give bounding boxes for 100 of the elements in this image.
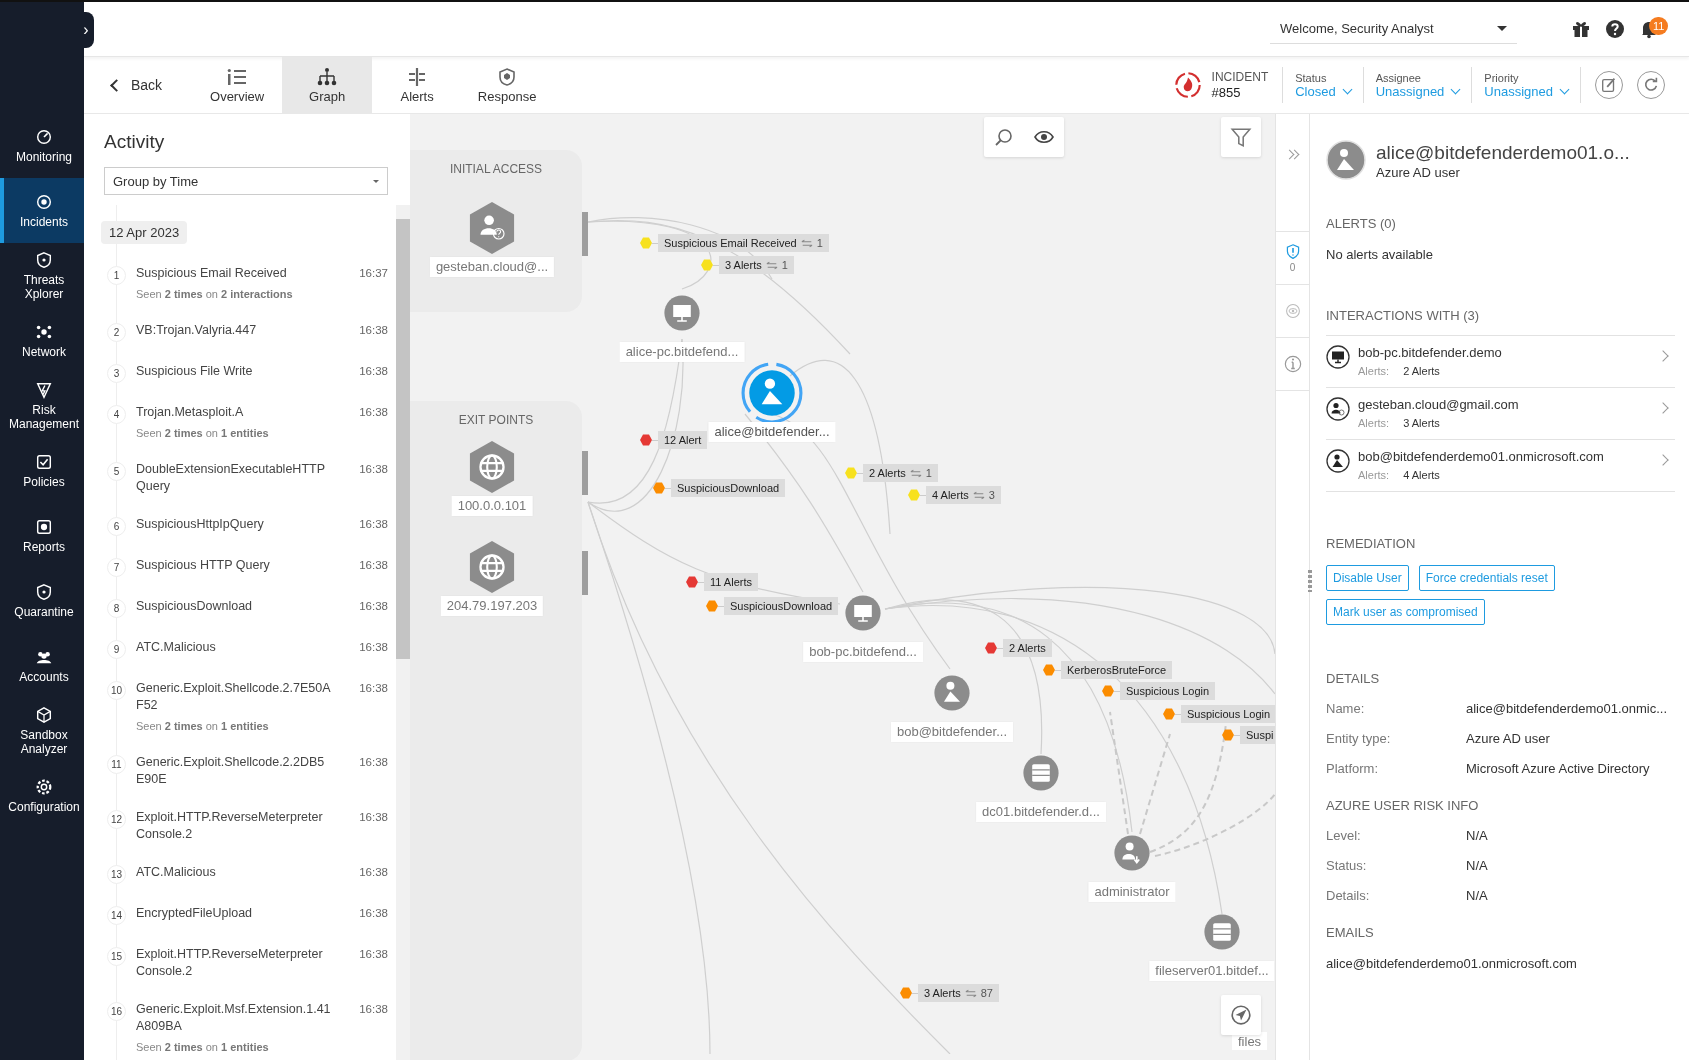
locate-button[interactable] [1221, 995, 1261, 1035]
field-label: Assignee [1375, 71, 1422, 84]
tab[interactable]: Response [462, 57, 553, 113]
back-button[interactable]: Back [84, 57, 193, 113]
notification-count: 11 [1649, 17, 1669, 35]
alert-tag[interactable]: Suspicious Login [1120, 682, 1216, 700]
nav-item[interactable]: Reports [0, 503, 84, 568]
interaction-row[interactable]: bob-pc.bitdefender.demo Alerts: 2 Alerts [1326, 336, 1675, 388]
detail-value: alice@bitdefenderdemo01.onmic... [1466, 701, 1668, 716]
event-title[interactable]: Generic.Exploit.Msf.Extension.1.41 A809BA [136, 1001, 342, 1035]
event-number: 8 [107, 599, 126, 618]
event-title[interactable]: Suspicious Email Received [136, 265, 342, 282]
tab[interactable]: Alerts [372, 57, 463, 113]
alert-tag[interactable]: 2 Alerts 1 [863, 464, 938, 482]
nav-item[interactable]: Policies [0, 438, 84, 503]
gauge-icon [35, 127, 53, 146]
nav-item[interactable]: Incidents [0, 178, 84, 243]
user-menu[interactable]: Welcome, Security Analyst [1270, 14, 1517, 44]
event-time: 16:38 [359, 405, 388, 420]
alert-tag[interactable]: KerberosBruteForce [1061, 661, 1173, 679]
event-title[interactable]: Exploit.HTTP.ReverseMeterpreter Console.2 [136, 946, 342, 980]
navigation-icon [1230, 1004, 1252, 1026]
nav-item[interactable]: Risk Management [0, 373, 84, 438]
shield-tab[interactable]: 0 [1276, 232, 1309, 285]
resize-handle[interactable] [1308, 570, 1312, 592]
alert-tag[interactable]: SuspiciousDownload [724, 597, 839, 615]
nav-item[interactable]: Monitoring [0, 113, 84, 178]
swap-icon [909, 468, 922, 478]
event-time: 16:38 [359, 364, 388, 379]
nav-item[interactable]: Threats Xplorer [0, 243, 84, 308]
group-by-dropdown[interactable]: Group by Time [104, 167, 388, 195]
computer-icon [1326, 345, 1350, 369]
detail-label: Name: [1326, 701, 1366, 716]
eye-circle-icon [1284, 303, 1301, 319]
edit-icon [1600, 76, 1618, 94]
swap-icon [972, 490, 985, 500]
nav-item[interactable]: Sandbox Analyzer [0, 698, 84, 763]
event-title[interactable]: ATC.Malicious [136, 639, 342, 656]
alert-tag[interactable]: 11 Alerts [704, 573, 758, 591]
event-title[interactable]: Generic.Exploit.Shellcode.2.2DB5 E90E [136, 754, 342, 788]
event-title[interactable]: Suspicious HTTP Query [136, 557, 342, 574]
event-title[interactable]: VB:Trojan.Valyria.447 [136, 322, 342, 339]
event-title[interactable]: Generic.Exploit.Shellcode.2.7E50A F52 [136, 680, 342, 714]
event-number: 4 [107, 405, 126, 424]
nav-item[interactable]: Configuration [0, 763, 84, 828]
event-title[interactable]: Trojan.Metasploit.A [136, 404, 342, 421]
node-label: alice@bitdefender... [708, 422, 836, 442]
unknown-user-icon [1326, 397, 1350, 421]
detail-value: N/A [1466, 858, 1488, 873]
section-title: AZURE USER RISK INFO [1326, 798, 1480, 813]
nav-item[interactable]: Network [0, 308, 84, 373]
alert-tag[interactable]: 3 Alerts 1 [719, 256, 794, 274]
gift-icon[interactable] [1571, 19, 1591, 39]
group-connector-bar [582, 451, 588, 495]
event-title[interactable]: ATC.Malicious [136, 864, 342, 881]
event-time: 16:38 [359, 681, 388, 696]
event-number: 11 [107, 755, 126, 774]
alert-tag[interactable]: Suspicious Email Received 1 [658, 234, 829, 252]
node-label: fileserver01.bitdef... [1149, 961, 1275, 981]
shield-icon [35, 250, 53, 269]
node-label: bob-pc.bitdefend... [803, 642, 923, 662]
help-icon[interactable] [1605, 19, 1625, 39]
event-time: 16:38 [359, 640, 388, 655]
event-number: 16 [107, 1002, 126, 1021]
group-connector-bar [582, 212, 588, 256]
alert-tag[interactable]: Suspicious Login [1181, 705, 1275, 723]
event-title[interactable]: SuspiciousDownload [136, 598, 342, 615]
alert-tag[interactable]: SuspiciousDownload [671, 479, 786, 497]
interaction-row[interactable]: bob@bitdefenderdemo01.onmicrosoft.com Alerts: 4 Alerts [1326, 440, 1675, 492]
event-number: 9 [107, 640, 126, 659]
azure-user-icon [1326, 449, 1350, 473]
filter-button[interactable] [1221, 117, 1261, 157]
globe-icon[interactable] [468, 440, 516, 494]
alert-tag[interactable]: 12 Alert [658, 431, 708, 449]
nav-item[interactable]: Quarantine [0, 568, 84, 633]
group-connector-bar [582, 551, 588, 595]
alert-tag[interactable]: 2 Alerts [1003, 639, 1052, 657]
unknown-user-icon[interactable] [468, 201, 516, 255]
globe-icon[interactable] [468, 540, 516, 594]
event-title[interactable]: DoubleExtensionExecutableHTTP Query [136, 461, 342, 495]
event-title[interactable]: Suspicious File Write [136, 363, 342, 380]
event-title[interactable]: SuspiciousHttpIpQuery [136, 516, 342, 533]
event-time: 16:38 [359, 558, 388, 573]
event-number: 1 [107, 266, 126, 285]
azure-user-node-icon[interactable] [741, 362, 803, 424]
tab[interactable]: Graph [282, 57, 373, 113]
alert-tag[interactable]: Suspi [1240, 726, 1275, 744]
event-summary: Seen 2 times on 1 entities [136, 1040, 270, 1054]
event-number: 6 [107, 517, 126, 536]
alert-count: 0 [1289, 261, 1296, 273]
refresh-icon [1642, 76, 1660, 94]
detail-label: Status: [1326, 858, 1368, 873]
nav-item[interactable]: Accounts [0, 633, 84, 698]
tab[interactable]: Overview [192, 57, 283, 113]
alert-tag[interactable]: 3 Alerts 87 [918, 984, 999, 1002]
event-title[interactable]: Exploit.HTTP.ReverseMeterpreter Console.2 [136, 809, 342, 843]
interaction-row[interactable]: gesteban.cloud@gmail.com Alerts: 3 Alerts [1326, 388, 1675, 440]
alert-tag[interactable]: 4 Alerts 3 [926, 486, 1001, 504]
event-title[interactable]: EncryptedFileUpload [136, 905, 342, 922]
section-title: REMEDIATION [1326, 536, 1417, 551]
